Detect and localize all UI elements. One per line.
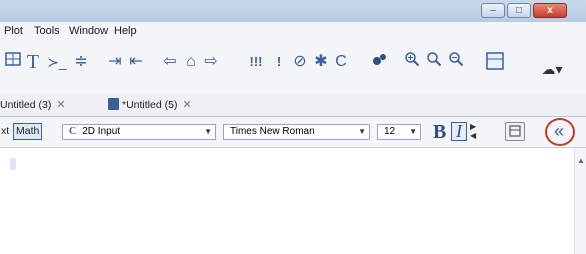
document-icon: [108, 98, 119, 110]
menu-plot[interactable]: Plot: [4, 25, 23, 37]
menu-bar: Plot Tools Window Help: [0, 22, 586, 40]
back-icon[interactable]: ⇦: [161, 51, 179, 73]
size-value: 12: [384, 126, 396, 137]
tab-label: *Untitled (5): [122, 99, 178, 111]
stop-icon[interactable]: ⊘: [291, 51, 309, 73]
worksheet-area[interactable]: [0, 148, 574, 254]
minimize-button[interactable]: –: [481, 3, 505, 18]
italic-button[interactable]: I: [451, 122, 467, 141]
indent-icon[interactable]: ⇥: [106, 51, 124, 73]
text-mode-label[interactable]: xt: [1, 125, 9, 137]
execute-button[interactable]: !: [273, 51, 285, 73]
tab-untitled-5[interactable]: *Untitled (5) ✕: [108, 97, 192, 114]
help-dots-icon[interactable]: [371, 51, 389, 73]
title-bar: – □ x: [0, 0, 586, 22]
font-value: Times New Roman: [230, 126, 315, 137]
chevron-down-icon: ▼: [204, 127, 212, 136]
more-format-icon[interactable]: ▶ ◀: [470, 122, 476, 140]
close-button[interactable]: x: [533, 3, 567, 18]
forward-icon[interactable]: ⇨: [202, 51, 220, 73]
vertical-scrollbar[interactable]: ▲: [574, 148, 586, 254]
menu-help[interactable]: Help: [114, 25, 137, 37]
input-mode-value: 2D Input: [82, 126, 121, 137]
outdent-icon[interactable]: ⇤: [127, 51, 145, 73]
execute-all-button[interactable]: !!!: [244, 51, 268, 73]
format-icon[interactable]: ≑: [72, 51, 90, 73]
size-dropdown[interactable]: 12 ▼: [377, 124, 421, 140]
chevron-down-icon: ▼: [358, 127, 366, 136]
input-mode-icon: C: [69, 126, 77, 137]
zoom-icon[interactable]: [425, 51, 443, 73]
collapse-panel-button[interactable]: «: [554, 121, 564, 142]
bold-button[interactable]: B: [433, 121, 446, 144]
home-icon[interactable]: ⌂: [182, 51, 200, 73]
font-dropdown[interactable]: Times New Roman ▼: [223, 124, 370, 140]
tab-bar: Untitled (3) ✕ *Untitled (5) ✕: [0, 94, 586, 117]
zoom-in-icon[interactable]: [403, 51, 421, 73]
menu-window[interactable]: Window: [69, 25, 108, 37]
maximize-button[interactable]: □: [507, 3, 531, 18]
cursor-bracket: [10, 158, 16, 170]
format-options-button[interactable]: [505, 122, 525, 141]
tab-label: Untitled (3): [0, 99, 52, 111]
format-bar: xt Math C 2D Input ▼ Times New Roman ▼ 12…: [0, 117, 586, 148]
input-mode-dropdown[interactable]: C 2D Input ▼: [62, 124, 216, 140]
toolbar: T ≻_ ≑ ⇥ ⇤ ⇦ ⌂ ⇨ !!! ! ⊘ ✱ C ☁▾: [0, 40, 586, 94]
tab-close-icon[interactable]: ✕: [56, 99, 65, 111]
restart-icon[interactable]: C: [332, 51, 350, 73]
cloud-icon[interactable]: ☁▾: [538, 58, 566, 80]
scroll-up-icon[interactable]: ▲: [577, 156, 585, 165]
tab-close-icon[interactable]: ✕: [182, 99, 191, 111]
prompt-icon[interactable]: ≻_: [45, 51, 69, 73]
math-mode-button[interactable]: Math: [13, 123, 43, 140]
text-mode-button[interactable]: T: [24, 51, 42, 73]
menu-tools[interactable]: Tools: [34, 25, 60, 37]
debug-icon[interactable]: ✱: [312, 51, 330, 73]
chevron-down-icon: ▼: [409, 127, 417, 136]
grid-icon[interactable]: [4, 51, 22, 73]
palette-icon[interactable]: [484, 51, 506, 73]
tab-untitled-3[interactable]: Untitled (3) ✕: [0, 97, 66, 114]
zoom-out-icon[interactable]: [447, 51, 465, 73]
